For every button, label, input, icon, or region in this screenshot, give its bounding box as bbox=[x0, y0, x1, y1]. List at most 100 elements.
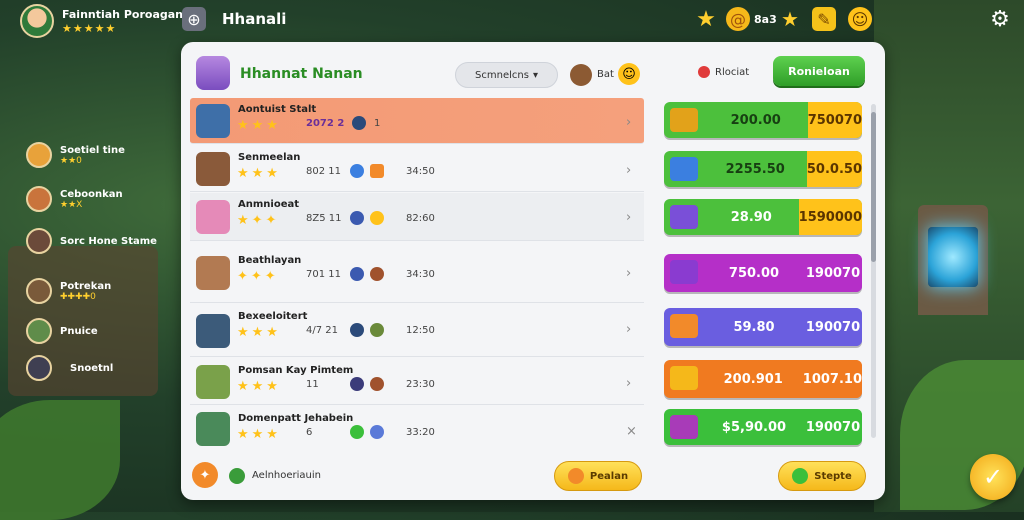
row-rating: ★★★ bbox=[237, 118, 281, 133]
chevron-right-icon[interactable]: › bbox=[626, 266, 631, 281]
avatar bbox=[196, 151, 230, 186]
footer-button-left[interactable]: Pealan bbox=[554, 461, 642, 491]
avatar bbox=[26, 318, 52, 344]
player-avatar[interactable] bbox=[20, 4, 54, 38]
badge-avatar[interactable] bbox=[570, 64, 592, 86]
row-score: 6 bbox=[306, 427, 313, 438]
reward-row[interactable]: $5,90.00 190070 bbox=[664, 409, 862, 445]
avatar bbox=[26, 186, 52, 212]
avatar bbox=[196, 199, 230, 234]
reward-amount: 200.00 bbox=[730, 112, 781, 128]
confirm-check-button[interactable]: ✓ bbox=[970, 454, 1016, 500]
avatar bbox=[196, 313, 230, 348]
orb-icon bbox=[370, 425, 384, 439]
table-row[interactable]: Pomsan Kay Pimtem ★★★ 11 23:30 › bbox=[190, 359, 644, 405]
footer-label: Aelnhoeriauin bbox=[252, 470, 322, 481]
side-status: ★★X bbox=[60, 199, 83, 210]
reward-chest-icon bbox=[670, 366, 698, 390]
row-score: 2072 2 bbox=[306, 118, 345, 129]
table-row[interactable]: Anmnioeat ★✦✦ 8Z5 11 82:60 › bbox=[190, 193, 644, 241]
chevron-down-icon: ▾ bbox=[532, 69, 538, 81]
pencil-icon[interactable]: ✎ bbox=[812, 7, 836, 31]
reward-value: 190070 bbox=[804, 409, 862, 445]
smile-icon[interactable]: ☺ bbox=[848, 7, 872, 31]
gem-icon bbox=[350, 425, 364, 439]
table-row[interactable]: Senmeelan ★★★ 802 11 34:50 › bbox=[190, 146, 644, 192]
row-rating: ★★★ bbox=[237, 379, 281, 394]
player-name: Fainntiah Poroagan bbox=[62, 8, 183, 21]
avatar bbox=[26, 142, 52, 168]
coin-count: 8a3 bbox=[754, 13, 777, 26]
row-rating: ✦✦✦ bbox=[237, 269, 279, 284]
row-name: Bexeeloitert bbox=[238, 311, 308, 322]
reward-amount: 2255.50 bbox=[725, 161, 785, 177]
chevron-right-icon[interactable]: › bbox=[626, 115, 631, 130]
chevron-right-icon[interactable]: › bbox=[626, 322, 631, 337]
star-icon[interactable]: ★ bbox=[694, 7, 718, 32]
avatar bbox=[196, 412, 230, 446]
row-rating: ★✦✦ bbox=[237, 213, 280, 228]
row-score: 701 11 bbox=[306, 269, 341, 280]
chevron-right-icon[interactable]: › bbox=[626, 376, 631, 391]
avatar bbox=[26, 355, 52, 381]
scrollbar-thumb[interactable] bbox=[871, 112, 876, 262]
row-time: 1 bbox=[374, 118, 381, 129]
side-name: Ceboonkan bbox=[60, 188, 123, 200]
smile-icon[interactable]: ☺ bbox=[618, 63, 640, 85]
sort-dropdown[interactable]: Scmnelcns ▾ bbox=[455, 62, 558, 88]
table-row[interactable]: Beathlayan ✦✦✦ 701 11 34:30 › bbox=[190, 243, 644, 303]
row-time: 33:20 bbox=[406, 427, 435, 438]
row-name: Beathlayan bbox=[238, 255, 302, 266]
reward-row[interactable]: 200.00 750070 bbox=[664, 102, 862, 138]
reward-chest-icon bbox=[670, 205, 698, 229]
reward-row[interactable]: 2255.50 50.0.50 bbox=[664, 151, 862, 187]
table-row[interactable]: Bexeeloitert ★★★ 4/7 21 12:50 › bbox=[190, 305, 644, 357]
avatar bbox=[196, 364, 230, 399]
side-name: Potrekan bbox=[60, 280, 112, 292]
side-name: Sorc Hone Stame bbox=[60, 235, 157, 247]
table-row[interactable]: Aontuist Stalt ★★★ 2072 2 1 › bbox=[190, 98, 644, 144]
reward-row[interactable]: 750.00 190070 bbox=[664, 254, 862, 292]
star-icon bbox=[370, 211, 384, 225]
side-list-item[interactable]: Sorc Hone Stame bbox=[26, 228, 157, 254]
side-list-item[interactable]: Snoetnl bbox=[26, 355, 113, 381]
panel-avatar bbox=[196, 56, 230, 90]
row-name: Senmeelan bbox=[238, 152, 301, 163]
reward-row[interactable]: 200.901 1007.10 bbox=[664, 360, 862, 398]
close-icon[interactable]: × bbox=[626, 424, 637, 439]
controller-icon[interactable]: ⊕ bbox=[182, 7, 206, 31]
row-score: 8Z5 11 bbox=[306, 213, 342, 224]
reward-value: 190070 bbox=[804, 254, 862, 292]
row-score: 11 bbox=[306, 379, 319, 390]
reward-amount: 750.00 bbox=[728, 265, 780, 281]
sword-icon bbox=[352, 116, 366, 130]
reward-value: 1007.10 bbox=[802, 360, 862, 398]
avatar bbox=[26, 228, 52, 254]
row-time: 34:30 bbox=[406, 269, 435, 280]
star-icon[interactable]: ★ bbox=[778, 7, 802, 31]
chevron-right-icon[interactable]: › bbox=[626, 163, 631, 178]
player-list: Aontuist Stalt ★★★ 2072 2 1 › Senmeelan … bbox=[190, 98, 644, 450]
chevron-right-icon[interactable]: › bbox=[626, 210, 631, 225]
record-icon bbox=[698, 66, 710, 78]
claim-button[interactable]: Ronieloan bbox=[773, 56, 865, 86]
side-status: ★★0 bbox=[60, 155, 82, 166]
avatar bbox=[26, 278, 52, 304]
footer-button-right[interactable]: Stepte bbox=[778, 461, 866, 491]
row-name: Anmnioeat bbox=[238, 199, 300, 210]
row-rating: ★★★ bbox=[237, 427, 281, 442]
gear-icon[interactable]: ⚙ bbox=[988, 7, 1012, 32]
coin-icon[interactable]: @ bbox=[726, 7, 750, 31]
reward-amount: 59.80 bbox=[733, 319, 775, 335]
side-list-item[interactable]: Soetiel tine ★★0 bbox=[26, 142, 125, 168]
star-badge-icon[interactable]: ✦ bbox=[192, 462, 218, 488]
reward-chest-icon bbox=[670, 157, 698, 181]
side-list-item[interactable]: Ceboonkan ★★X bbox=[26, 186, 123, 212]
reward-row[interactable]: 28.90 1590000 bbox=[664, 199, 862, 235]
table-row[interactable]: Domenpatt Jehabein ★★★ 6 33:20 × bbox=[190, 407, 644, 451]
side-list-item[interactable]: Potrekan ✚✚✚✚0 bbox=[26, 278, 111, 304]
side-list-item[interactable]: Pnuice bbox=[26, 318, 98, 344]
row-rating: ★★★ bbox=[237, 325, 281, 340]
footer-button-left-label: Pealan bbox=[589, 470, 629, 482]
reward-row[interactable]: 59.80 190070 bbox=[664, 308, 862, 346]
